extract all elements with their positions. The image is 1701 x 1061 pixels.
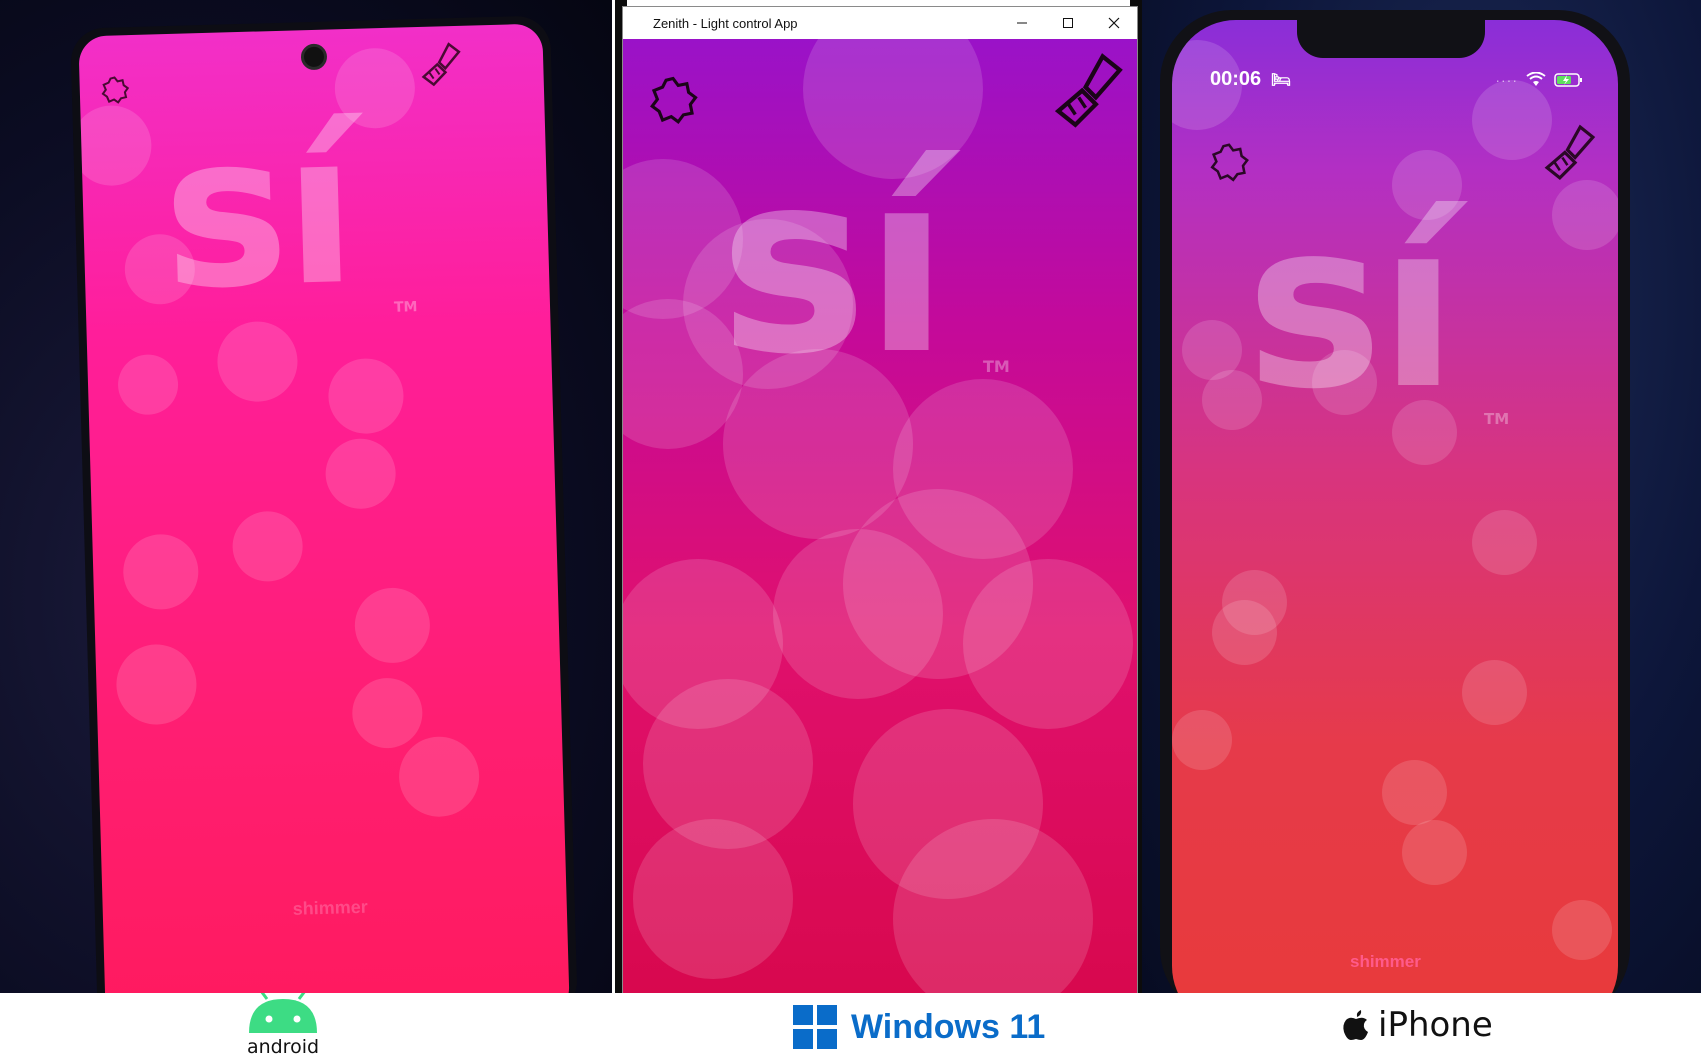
bokeh-circle xyxy=(231,510,304,583)
bokeh-circle xyxy=(1462,660,1527,725)
android-device-photo: sí TM shimmer xyxy=(0,0,612,993)
apple-logo-icon xyxy=(1343,1010,1368,1040)
bokeh-circle xyxy=(1472,80,1552,160)
bokeh-circle xyxy=(1172,710,1232,770)
sleep-bed-icon: 🛏 xyxy=(1270,72,1292,89)
iphone-wordmark: iPhone xyxy=(1378,1005,1493,1045)
windows-11-logo: Windows 11 xyxy=(793,1005,1045,1049)
trademark-symbol: TM xyxy=(983,357,1010,376)
shimmer-label: shimmer xyxy=(1350,952,1421,971)
bokeh-circle xyxy=(327,357,405,435)
window-title: Zenith - Light control App xyxy=(653,15,798,31)
android-wordmark: android xyxy=(246,1036,320,1058)
zenith-app-content: sí TM xyxy=(623,39,1137,993)
bokeh-circle xyxy=(398,735,481,818)
bokeh-circle xyxy=(1472,510,1537,575)
paint-brush-icon[interactable] xyxy=(1051,53,1127,140)
windows-desktop-screenshot: Zenith - Light control App sí TM xyxy=(612,0,1142,993)
close-icon xyxy=(1108,17,1120,29)
si-wordmark: sí xyxy=(1246,173,1458,440)
bokeh-circle xyxy=(117,353,179,416)
minimize-button[interactable] xyxy=(999,7,1045,39)
bokeh-circle xyxy=(633,819,793,979)
trademark-symbol: TM xyxy=(1484,410,1510,428)
si-wordmark: sí xyxy=(159,85,356,337)
android-robot-icon xyxy=(249,990,317,1033)
settings-gear-icon[interactable] xyxy=(647,75,699,132)
iphone-notch xyxy=(1297,20,1485,58)
android-app-screen: sí TM shimmer xyxy=(78,23,570,993)
bokeh-circle xyxy=(1172,40,1242,130)
front-camera-hole xyxy=(300,43,328,71)
bokeh-circle xyxy=(324,437,397,510)
bokeh-circle xyxy=(1212,600,1277,665)
trademark-symbol: TM xyxy=(393,299,418,316)
maximize-icon xyxy=(1063,18,1073,28)
zenith-app-window[interactable]: Zenith - Light control App sí TM xyxy=(622,6,1138,993)
shimmer-label: shimmer xyxy=(292,896,369,919)
bokeh-circle xyxy=(351,677,424,750)
bokeh-circle xyxy=(353,586,431,664)
bokeh-circle xyxy=(78,104,153,187)
windows-wordmark: Windows 11 xyxy=(851,1007,1046,1046)
windows-logo-icon xyxy=(793,1005,837,1049)
maximize-button[interactable] xyxy=(1045,7,1091,39)
platform-logo-strip: android Windows 11 iPhone xyxy=(0,990,1701,1061)
battery-charging-icon xyxy=(1554,73,1582,87)
si-wordmark: sí xyxy=(719,118,949,409)
bokeh-circle xyxy=(773,529,943,699)
android-phone-frame: sí TM shimmer xyxy=(70,15,578,993)
iphone-logo: iPhone xyxy=(1342,1005,1493,1045)
iphone-frame: 00:06 🛏 ···· sí TM shimmer xyxy=(1160,10,1630,993)
iphone-app-screen: 00:06 🛏 ···· sí TM shimmer xyxy=(1172,20,1618,993)
paint-brush-icon[interactable] xyxy=(1542,124,1598,191)
window-titlebar[interactable]: Zenith - Light control App xyxy=(623,7,1137,39)
paint-brush-icon[interactable] xyxy=(419,42,464,96)
bokeh-circle xyxy=(1552,900,1612,960)
bokeh-circle xyxy=(963,559,1133,729)
close-button[interactable] xyxy=(1091,7,1137,39)
settings-gear-icon[interactable] xyxy=(99,75,130,111)
iphone-device-photo: 00:06 🛏 ···· sí TM shimmer xyxy=(1142,0,1701,993)
settings-gear-icon[interactable] xyxy=(1208,142,1250,189)
bokeh-circle xyxy=(1402,820,1467,885)
bokeh-circle xyxy=(1382,760,1447,825)
minimize-icon xyxy=(1017,22,1027,24)
android-logo: android xyxy=(238,990,328,1058)
bokeh-circle xyxy=(115,643,198,726)
bokeh-circle xyxy=(122,533,200,611)
